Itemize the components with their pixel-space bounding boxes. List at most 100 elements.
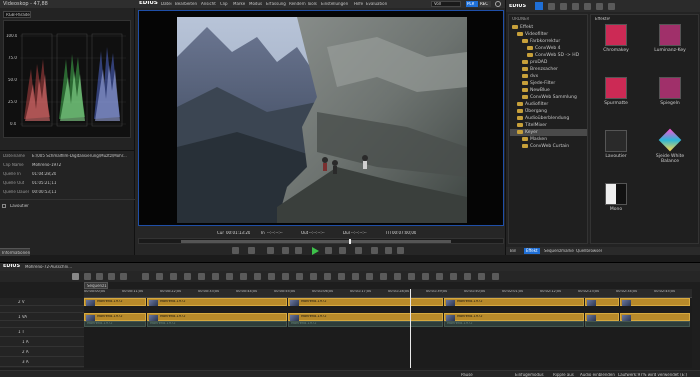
insert-to-timeline-icon[interactable]	[371, 247, 378, 254]
tree-item[interactable]: dvx	[509, 73, 538, 80]
clip[interactable]	[620, 313, 690, 321]
clip[interactable]: Mohreno-1972	[288, 298, 443, 306]
tree-item[interactable]: ConvWeb Sammlung	[509, 94, 577, 101]
track-header-1va-sub[interactable]	[0, 321, 84, 328]
bin-tool-6-icon[interactable]	[608, 3, 615, 10]
tl-tool-26-icon[interactable]	[422, 273, 429, 280]
effect-track-matte[interactable]: Spurmatte	[591, 77, 641, 113]
effect-white-balance[interactable]: Sjeide White Balance	[645, 128, 695, 166]
tl-tool-28-icon[interactable]	[450, 273, 457, 280]
track-header-1va[interactable]: 1 VA	[0, 313, 84, 321]
player-menu-icon[interactable]	[397, 247, 404, 254]
player-scrub-bar[interactable]	[138, 238, 504, 244]
menu-evaluation[interactable]: Evaluation	[366, 2, 387, 6]
tl-tool-6-icon[interactable]	[142, 273, 149, 280]
tl-tool-14-icon[interactable]	[254, 273, 261, 280]
tree-item[interactable]: Brenzsacher	[509, 66, 558, 73]
tree-item-selected[interactable]: Keyer	[510, 129, 587, 136]
tab-quellbrowser[interactable]: Quellbrowser	[576, 249, 602, 253]
tl-tool-12-icon[interactable]	[226, 273, 233, 280]
rec-button[interactable]: REC	[479, 1, 491, 7]
bin-tool-3-icon[interactable]	[572, 3, 579, 10]
set-in-icon[interactable]	[232, 247, 239, 254]
fast-forward-icon[interactable]	[325, 247, 332, 254]
tree-item[interactable]: Sjede-Filter	[509, 80, 555, 87]
tab-effekt[interactable]: Effekt	[524, 248, 540, 254]
tree-item[interactable]: Masken	[509, 136, 547, 143]
set-out-icon[interactable]	[248, 247, 255, 254]
audio-clip[interactable]: Mohreno-1972	[288, 321, 443, 327]
loop-icon[interactable]	[355, 247, 362, 254]
tab-sequenzmarke[interactable]: Sequenzmarke	[544, 249, 574, 253]
effect-mirror[interactable]: Spiegeln	[645, 77, 695, 113]
clip[interactable]	[620, 298, 690, 306]
tree-item[interactable]: Videofilter	[509, 31, 548, 38]
tl-tool-18-icon[interactable]	[310, 273, 317, 280]
menu-ansicht[interactable]: Ansicht	[201, 2, 216, 6]
bin-tool-4-icon[interactable]	[584, 3, 591, 10]
folder-view-icon[interactable]	[535, 2, 543, 10]
tl-tool-23-icon[interactable]	[380, 273, 387, 280]
menu-datei[interactable]: Datei	[161, 2, 172, 6]
clip[interactable]: Mohreno-1972	[84, 313, 146, 321]
bin-tool-2-icon[interactable]	[560, 3, 567, 10]
audio-clip[interactable]	[585, 321, 690, 327]
next-frame-icon[interactable]	[339, 247, 346, 254]
menu-einstellungen[interactable]: Einstellungen	[321, 2, 348, 6]
effect-luminance-key[interactable]: Luminanz-Key	[645, 24, 695, 60]
menu-bearbeiten[interactable]: Bearbeiten	[175, 2, 197, 6]
bin-tool-1-icon[interactable]	[548, 3, 555, 10]
clip[interactable]: Mohreno-1972	[147, 313, 287, 321]
tl-tool-9-icon[interactable]	[184, 273, 191, 280]
tl-tool-20-icon[interactable]	[338, 273, 345, 280]
tl-tool-24-icon[interactable]	[394, 273, 401, 280]
clip[interactable]: Mohreno-1972	[444, 313, 584, 321]
tl-tool-22-icon[interactable]	[366, 273, 373, 280]
stop-icon[interactable]	[282, 247, 289, 254]
checkbox-icon[interactable]	[2, 204, 6, 208]
effect-chromakey[interactable]: Chromakey	[591, 24, 641, 60]
tree-item[interactable]: NewBlue	[509, 87, 550, 94]
tl-tool-19-icon[interactable]	[324, 273, 331, 280]
tree-item[interactable]: ConvWeb 4	[509, 45, 561, 52]
tl-tool-31-icon[interactable]	[492, 273, 499, 280]
tl-tool-1-icon[interactable]	[72, 273, 79, 280]
profile-select[interactable]: Voll	[431, 1, 461, 7]
track-header-1t[interactable]: 1 T	[0, 328, 84, 337]
menu-hilfe[interactable]: Hilfe	[354, 2, 363, 6]
audio-clip[interactable]: Mohreno-1972	[444, 321, 584, 327]
settings-icon[interactable]	[495, 1, 501, 7]
track-area[interactable]: Mohreno-1972 Mohreno-1972 Mohreno-1972 M…	[84, 289, 692, 368]
audio-clip[interactable]: Mohreno-1972	[147, 321, 287, 327]
tree-item[interactable]: Effekt	[509, 24, 533, 31]
tl-tool-10-icon[interactable]	[198, 273, 205, 280]
tree-item[interactable]: Übergang	[509, 108, 547, 115]
tree-item[interactable]: ConvWeb Curtain	[509, 143, 569, 150]
track-header-1a[interactable]: 1 A	[0, 337, 84, 347]
tl-tool-16-icon[interactable]	[282, 273, 289, 280]
tree-item[interactable]: Audioüberblendung	[509, 115, 569, 122]
tl-tool-25-icon[interactable]	[408, 273, 415, 280]
clip[interactable]: Mohreno-1972	[147, 298, 287, 306]
tree-item[interactable]: Audiofilter	[509, 101, 548, 108]
plr-button[interactable]: PLR	[466, 1, 478, 7]
tl-tool-30-icon[interactable]	[478, 273, 485, 280]
rewind-icon[interactable]	[295, 247, 302, 254]
track-header-2v[interactable]: 2 V	[0, 298, 84, 306]
clip[interactable]: Mohreno-1972	[444, 298, 584, 306]
audio-clip[interactable]: Mohreno-1972	[84, 321, 146, 327]
tl-tool-2-icon[interactable]	[84, 273, 91, 280]
bin-tool-5-icon[interactable]	[596, 3, 603, 10]
play-icon[interactable]	[312, 247, 319, 255]
sequence-tab[interactable]: Sequenz1	[84, 282, 108, 289]
menu-erfassung[interactable]: Erfassung	[266, 2, 286, 6]
clip[interactable]: Mohreno-1972	[288, 313, 443, 321]
clip[interactable]	[585, 298, 619, 306]
prev-edit-icon[interactable]	[267, 247, 274, 254]
tree-item[interactable]: proDAD	[509, 59, 547, 66]
tl-tool-8-icon[interactable]	[170, 273, 177, 280]
scope-mode-select[interactable]: RGB-Parade	[3, 11, 31, 18]
tl-tool-13-icon[interactable]	[240, 273, 247, 280]
clip[interactable]	[585, 313, 619, 321]
effect-mono[interactable]: Mono	[591, 183, 641, 219]
